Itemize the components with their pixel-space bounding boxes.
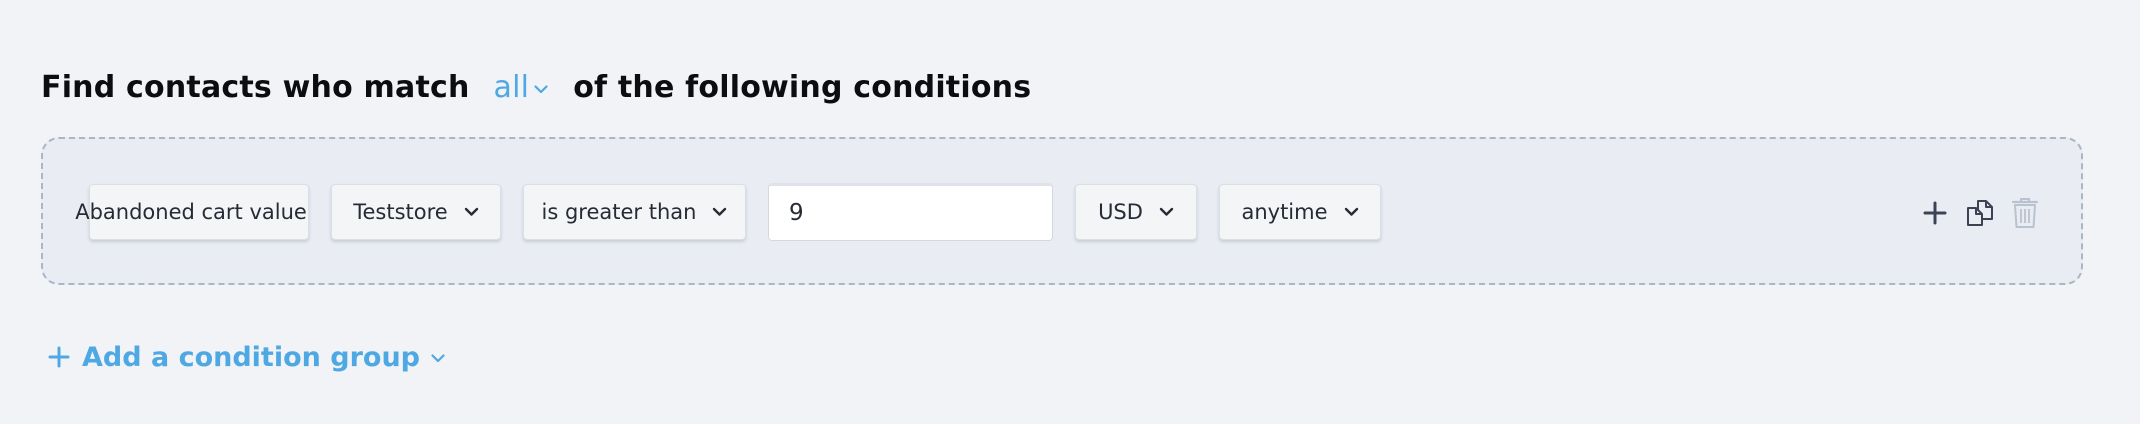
page-heading: Find contacts who match all of the follo…	[41, 64, 1031, 110]
trash-icon	[2011, 198, 2039, 228]
currency-dropdown[interactable]: USD	[1075, 184, 1197, 240]
heading-prefix: Find contacts who match	[41, 69, 470, 105]
chevron-down-icon	[713, 207, 727, 216]
currency-dropdown-label: USD	[1098, 200, 1143, 224]
condition-actions	[1918, 196, 2053, 230]
delete-condition-button[interactable]	[2008, 196, 2042, 230]
timeframe-dropdown-label: anytime	[1241, 200, 1328, 224]
chevron-down-icon	[464, 207, 478, 216]
add-condition-group-label: Add a condition group	[82, 341, 421, 373]
chevron-down-icon	[534, 84, 548, 93]
duplicate-condition-button[interactable]	[1963, 196, 1997, 230]
condition-group: Abandoned cart value Teststore is greate…	[41, 137, 2083, 285]
field-dropdown-label: Abandoned cart value	[75, 200, 307, 224]
add-condition-group-button[interactable]: Add a condition group	[48, 338, 445, 376]
timeframe-dropdown[interactable]: anytime	[1219, 184, 1381, 240]
match-type-value: all	[493, 69, 530, 105]
store-dropdown[interactable]: Teststore	[331, 184, 501, 240]
field-dropdown[interactable]: Abandoned cart value	[75, 184, 309, 240]
match-type-dropdown[interactable]: all	[494, 70, 549, 105]
heading-suffix: of the following conditions	[573, 69, 1032, 105]
plus-icon	[1923, 201, 1947, 225]
chevron-down-icon	[1344, 207, 1358, 216]
copy-icon	[1967, 200, 1993, 226]
condition-row: Abandoned cart value Teststore is greate…	[75, 183, 1403, 241]
value-input[interactable]	[768, 183, 1053, 241]
store-dropdown-label: Teststore	[353, 200, 448, 224]
add-condition-button[interactable]	[1918, 196, 1952, 230]
operator-dropdown[interactable]: is greater than	[523, 184, 746, 240]
operator-dropdown-label: is greater than	[541, 200, 697, 224]
plus-icon	[48, 346, 70, 368]
chevron-down-icon	[1159, 207, 1174, 216]
chevron-down-icon	[431, 354, 445, 363]
